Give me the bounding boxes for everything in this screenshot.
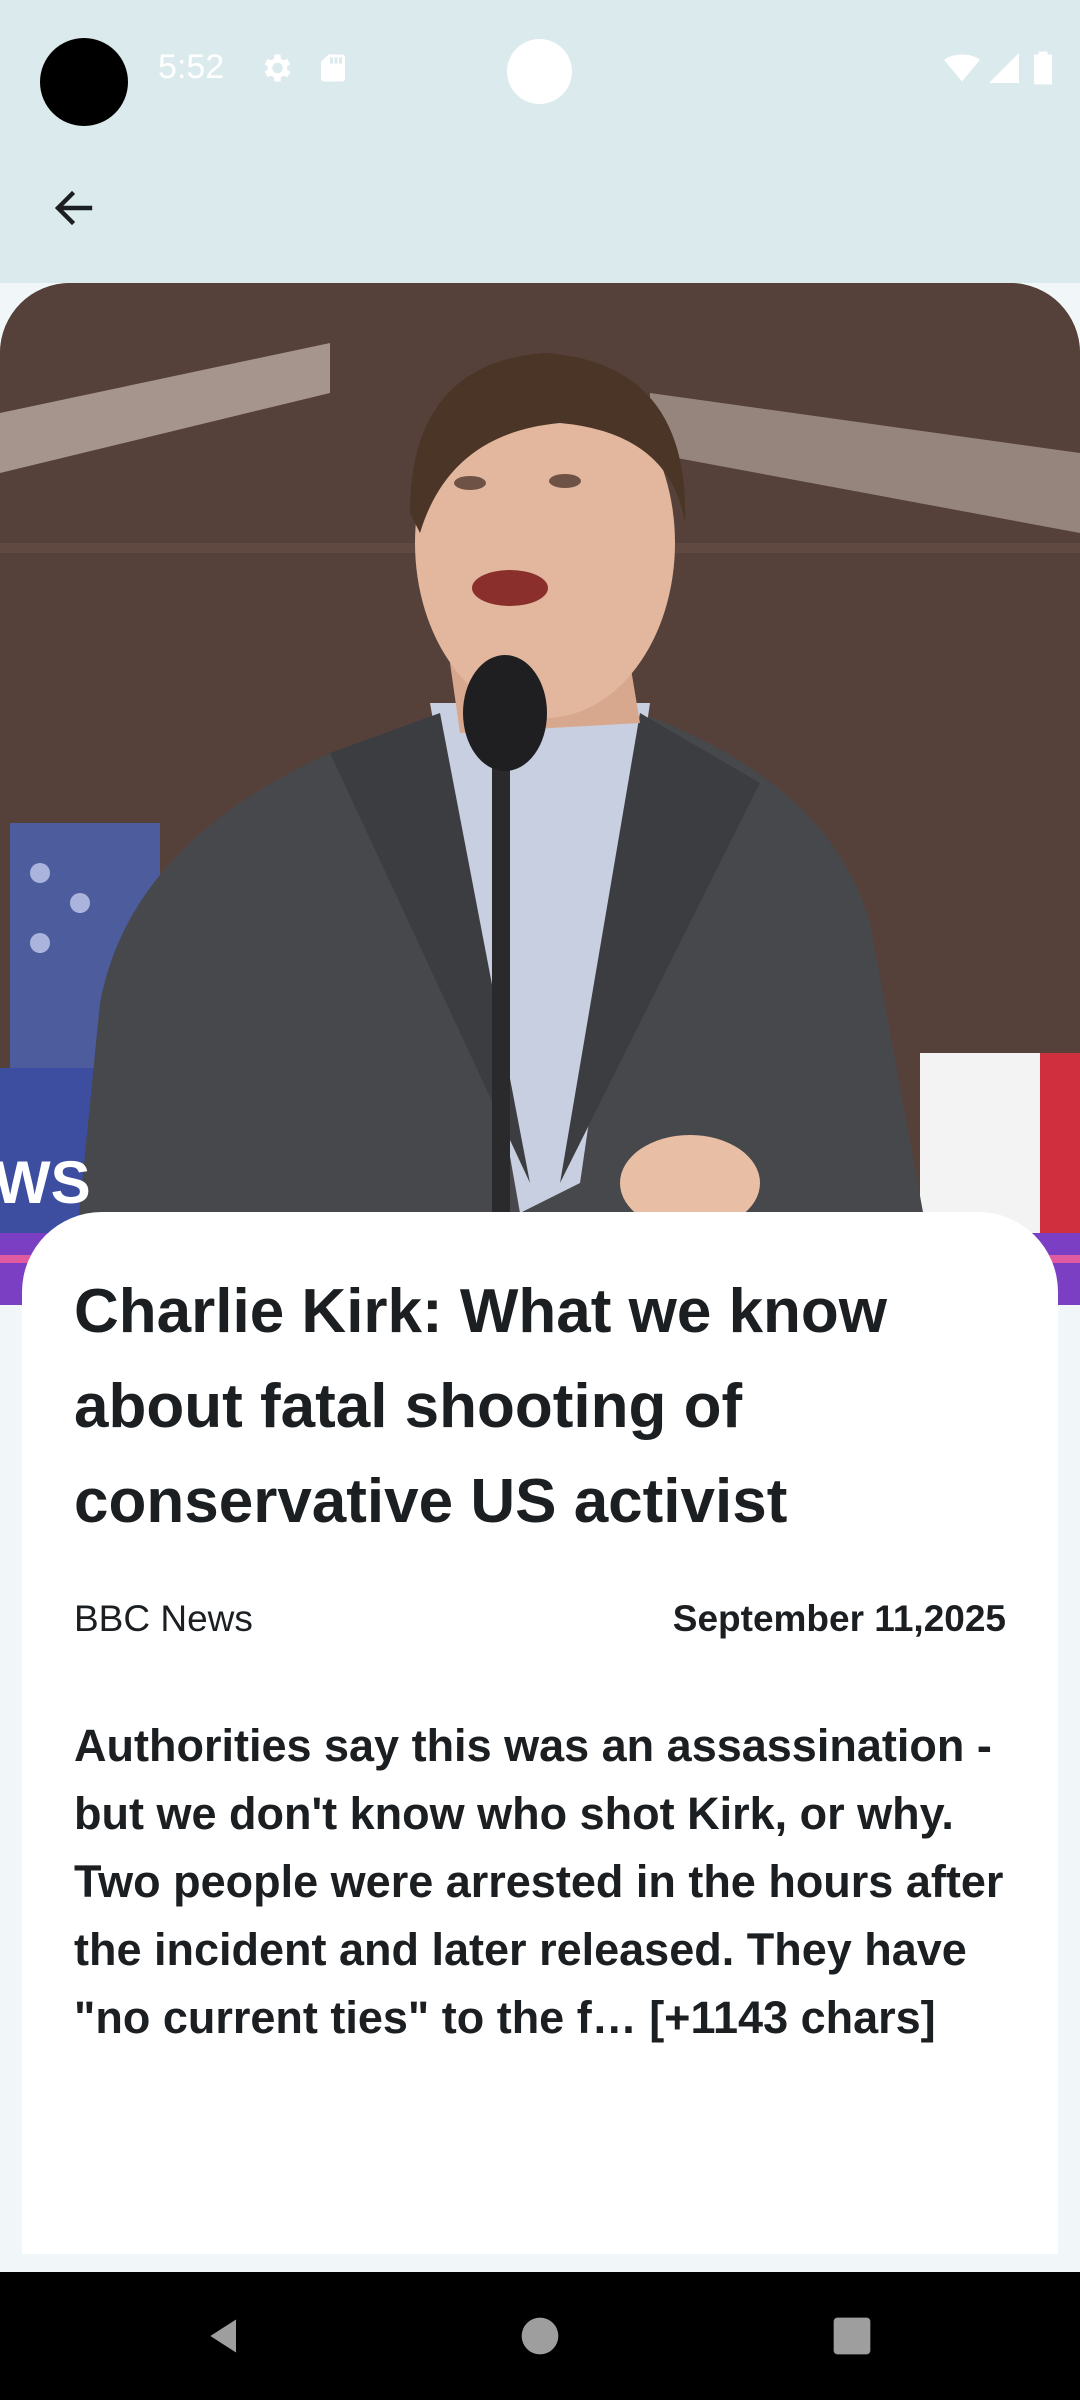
- wifi-icon: [944, 50, 980, 86]
- banner-text: WS: [0, 1149, 91, 1216]
- recents-square-icon: [833, 2317, 871, 2355]
- article-image: WS: [0, 283, 1080, 1305]
- sd-card-icon: [315, 50, 351, 86]
- nav-back-button[interactable]: [195, 2306, 255, 2366]
- status-time: 5:52: [158, 48, 225, 86]
- article-date: September 11,2025: [672, 1598, 1006, 1639]
- home-circle-icon: [521, 2317, 559, 2355]
- back-button[interactable]: [36, 170, 112, 246]
- nav-home-button[interactable]: [510, 2306, 570, 2366]
- arrow-left-icon: [54, 190, 93, 226]
- article-source: BBC News: [74, 1598, 253, 1639]
- status-center-indicator: [507, 39, 572, 104]
- article-card: Charlie Kirk: What we know about fatal s…: [22, 1212, 1058, 2254]
- camera-cutout: [40, 38, 128, 126]
- nav-recents-button[interactable]: [822, 2306, 882, 2366]
- article-content: Authorities say this was an assassinatio…: [74, 1720, 1004, 2043]
- system-navigation-bar: [0, 2272, 1080, 2400]
- back-triangle-icon: [210, 2319, 236, 2353]
- gear-icon: [258, 50, 294, 86]
- signal-icon: [986, 50, 1022, 86]
- article-title: Charlie Kirk: What we know about fatal s…: [74, 1277, 888, 1536]
- top-app-area: 5:52: [0, 0, 1080, 283]
- battery-icon: [1032, 50, 1058, 86]
